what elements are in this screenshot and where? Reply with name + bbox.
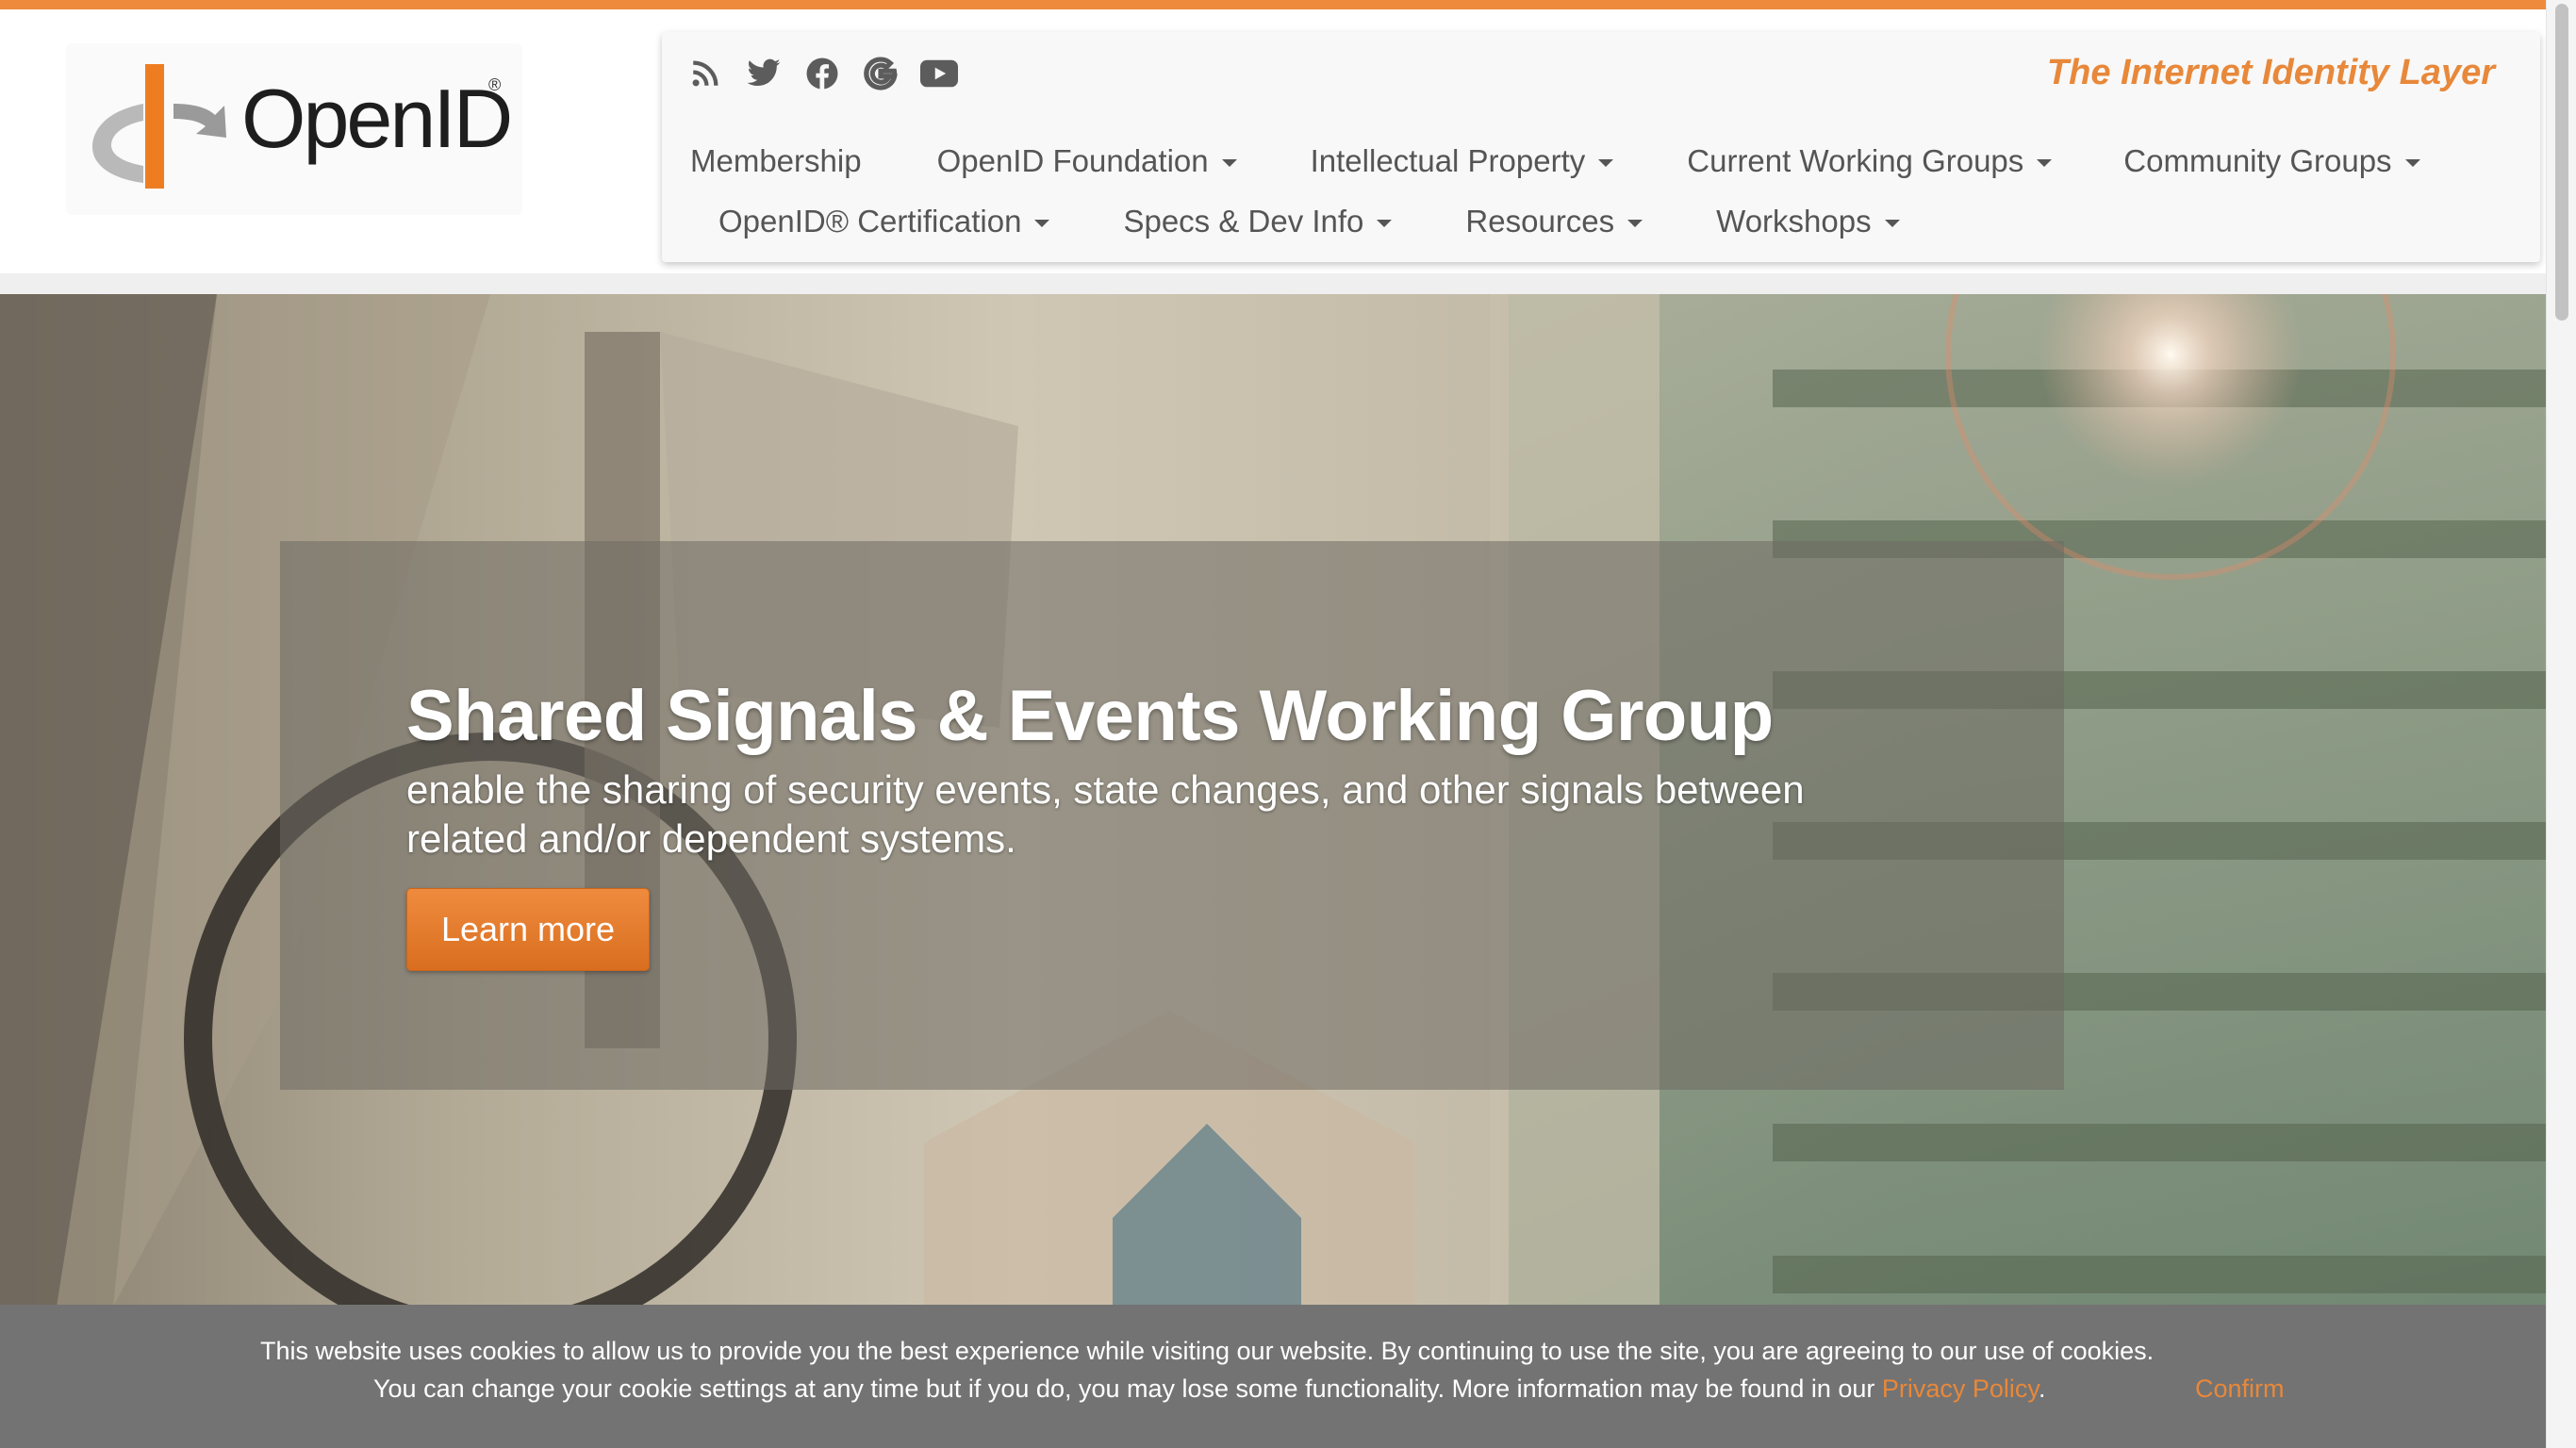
nav-workshops[interactable]: Workshops: [1716, 204, 1900, 239]
caret-down-icon: [1377, 220, 1393, 227]
nav-panel: The Internet Identity Layer Membership O…: [662, 32, 2540, 262]
cookie-text-suffix: .: [2038, 1374, 2046, 1403]
facebook-icon[interactable]: [803, 55, 841, 92]
confirm-button[interactable]: Confirm: [2195, 1374, 2285, 1404]
logo-registered-mark: ®: [488, 75, 502, 94]
nav-resources[interactable]: Resources: [1465, 204, 1643, 239]
nav-openid-foundation[interactable]: OpenID Foundation: [937, 143, 1237, 179]
logo-wordmark: OpenID: [241, 72, 513, 165]
nav-label: Resources: [1465, 204, 1615, 239]
youtube-icon[interactable]: [920, 55, 958, 92]
nav-current-working-groups[interactable]: Current Working Groups: [1687, 143, 2053, 179]
nav-row-primary: Membership OpenID Foundation Intellectua…: [690, 143, 2420, 179]
nav-label: OpenID Foundation: [936, 143, 1209, 178]
nav-label: Specs & Dev Info: [1123, 204, 1364, 239]
nav-community-groups[interactable]: Community Groups: [2123, 143, 2420, 179]
cookie-text-prefix: You can change your cookie settings at a…: [373, 1374, 1882, 1403]
caret-down-icon: [1598, 159, 1614, 167]
site-header: OpenID ® The Internet Identity Layer Mem…: [0, 9, 2546, 276]
cookie-text-line2: You can change your cookie settings at a…: [373, 1374, 2045, 1404]
caret-down-icon: [1627, 220, 1643, 227]
nav-label: Membership: [690, 143, 862, 178]
nav-label: Intellectual Property: [1310, 143, 1586, 178]
caret-down-icon: [2404, 159, 2420, 167]
learn-more-button[interactable]: Learn more: [406, 888, 650, 971]
caret-down-icon: [1221, 159, 1237, 167]
hero-title: Shared Signals & Events Working Group: [406, 676, 1774, 756]
tagline: The Internet Identity Layer: [2046, 53, 2495, 92]
openid-logo-icon: [92, 64, 226, 189]
nav-openid-certification[interactable]: OpenID® Certification: [718, 204, 1050, 239]
google-icon[interactable]: [862, 55, 900, 92]
nav-label: OpenID® Certification: [718, 204, 1022, 239]
nav-row-secondary: OpenID® Certification Specs & Dev Info R…: [718, 204, 1900, 239]
social-links: [686, 55, 958, 92]
cookie-text-line1: This website uses cookies to allow us to…: [260, 1337, 2155, 1365]
twitter-icon[interactable]: [745, 55, 783, 92]
nav-intellectual-property[interactable]: Intellectual Property: [1311, 143, 1614, 179]
privacy-policy-link[interactable]: Privacy Policy: [1882, 1374, 2039, 1403]
nav-membership[interactable]: Membership: [690, 143, 862, 179]
top-accent-bar: [0, 0, 2576, 9]
nav-label: Workshops: [1716, 204, 1872, 239]
scrollbar-thumb[interactable]: [2555, 4, 2568, 321]
nav-label: Community Groups: [2123, 143, 2392, 178]
rss-icon[interactable]: [686, 55, 724, 92]
header-divider: [0, 273, 2546, 294]
nav-specs-dev-info[interactable]: Specs & Dev Info: [1123, 204, 1393, 239]
cookie-banner: This website uses cookies to allow us to…: [0, 1305, 2546, 1448]
caret-down-icon: [2037, 159, 2053, 167]
openid-logo[interactable]: OpenID ®: [66, 43, 522, 215]
caret-down-icon: [1034, 220, 1050, 227]
vertical-scrollbar[interactable]: [2546, 0, 2576, 1448]
caret-down-icon: [1884, 220, 1900, 227]
hero-banner: Shared Signals & Events Working Group en…: [0, 294, 2546, 1307]
hero-caption-box: Shared Signals & Events Working Group en…: [280, 541, 2064, 1090]
hero-subtitle: enable the sharing of security events, s…: [406, 767, 1805, 861]
nav-label: Current Working Groups: [1687, 143, 2024, 178]
